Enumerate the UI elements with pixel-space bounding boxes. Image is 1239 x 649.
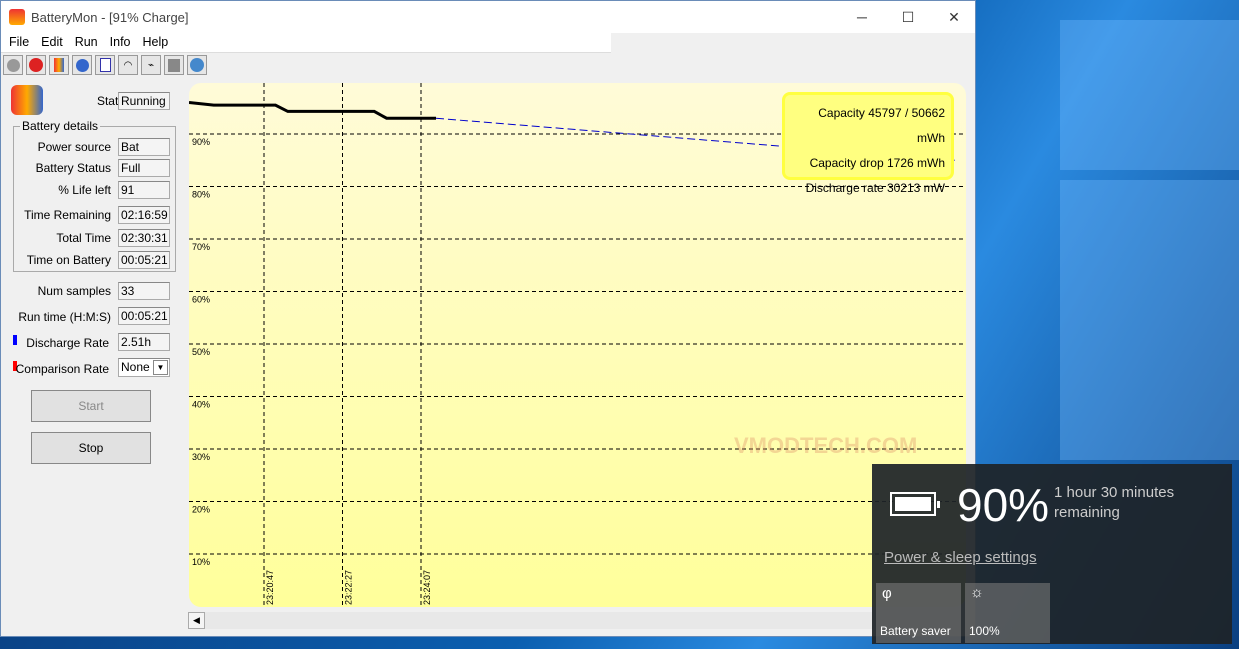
power-sleep-settings-link[interactable]: Power & sleep settings [884, 549, 1037, 566]
discharge-rate-text: Discharge rate 30213 mW [805, 181, 945, 195]
y-tick-label: 10% [192, 557, 210, 567]
y-tick-label: 20% [192, 505, 210, 515]
y-tick-label: 30% [192, 452, 210, 462]
menu-bar: File Edit Run Info Help [1, 33, 611, 53]
x-tick-label: 23:22:27 [344, 570, 354, 605]
menu-help[interactable]: Help [137, 33, 175, 52]
tile-label: 100% [969, 624, 1000, 638]
window-title: BatteryMon - [91% Charge] [31, 9, 189, 25]
capacity-drop-text: Capacity drop 1726 mWh [809, 156, 945, 170]
plug-icon[interactable]: ⌁ [141, 55, 161, 75]
help-icon[interactable] [187, 55, 207, 75]
settings-icon[interactable] [72, 55, 92, 75]
detail-value: Full [118, 159, 170, 177]
battery-saver-tile[interactable]: φ Battery saver [876, 583, 961, 643]
y-tick-label: 40% [192, 400, 210, 410]
y-tick-label: 50% [192, 347, 210, 357]
run-time-value: 00:05:21 [118, 307, 170, 325]
menu-edit[interactable]: Edit [35, 33, 69, 52]
chart-info-box: Capacity 45797 / 50662 mWh Capacity drop… [782, 92, 954, 195]
detail-label: Total Time [56, 231, 111, 245]
app-icon [9, 9, 25, 25]
chevron-down-icon[interactable]: ▼ [153, 360, 168, 375]
detail-label: Battery Status [35, 161, 111, 175]
menu-file[interactable]: File [3, 33, 35, 52]
menu-info[interactable]: Info [104, 33, 137, 52]
discharge-rate-value: 2.51h [118, 333, 170, 351]
y-tick-label: 70% [192, 242, 210, 252]
capacity-text: Capacity 45797 / 50662 mWh [818, 106, 945, 145]
detail-value: Bat [118, 138, 170, 156]
detail-label: % Life left [58, 183, 111, 197]
detail-value: 00:05:21 [118, 251, 170, 269]
comparison-value: None [121, 360, 150, 374]
x-tick-label: 23:24:07 [422, 570, 432, 605]
brightness-tile[interactable]: ☼ 100% [965, 583, 1050, 643]
leaf-icon: φ [882, 585, 892, 602]
checklist-icon[interactable] [95, 55, 115, 75]
discharge-rate-label: Discharge Rate [26, 336, 109, 350]
y-tick-label: 60% [192, 295, 210, 305]
battery-flyout: 90% 1 hour 30 minutes remaining Power & … [872, 464, 1232, 644]
battery-logo [11, 85, 43, 115]
detail-value: 02:16:59 [118, 206, 170, 224]
comparison-rate-label: Comparison Rate [15, 362, 109, 376]
detail-label: Power source [37, 140, 111, 154]
start-button[interactable]: Start [31, 390, 151, 422]
y-tick-label: 90% [192, 137, 210, 147]
comparison-rate-select[interactable]: None ▼ [118, 358, 170, 377]
menu-run[interactable]: Run [69, 33, 104, 52]
num-samples-value: 33 [118, 282, 170, 300]
watermark: VMODTECH.COM [734, 433, 918, 458]
gauge-icon[interactable]: ◠ [118, 55, 138, 75]
horizontal-scrollbar[interactable]: ◀ [188, 612, 876, 629]
group-label: Battery details [20, 119, 101, 133]
batterymon-window: BatteryMon - [91% Charge] ─ ☐ ✕ File Edi… [0, 0, 976, 637]
maximize-button[interactable]: ☐ [885, 1, 931, 33]
record-icon[interactable] [3, 55, 23, 75]
x-tick-label: 23:20:47 [265, 570, 275, 605]
title-bar: BatteryMon - [91% Charge] ─ ☐ ✕ [1, 1, 975, 33]
battery-remaining: 1 hour 30 minutes remaining [1054, 484, 1175, 521]
tile-label: Battery saver [880, 624, 951, 638]
detail-label: Time on Battery [26, 253, 111, 267]
num-samples-label: Num samples [37, 284, 111, 298]
detail-value: 91 [118, 181, 170, 199]
puzzle-icon[interactable] [164, 55, 184, 75]
battery-percent: 90% [957, 479, 1050, 531]
status-value: Running [118, 92, 170, 110]
detail-value: 02:30:31 [118, 229, 170, 247]
y-tick-label: 80% [192, 190, 210, 200]
stop-button[interactable]: Stop [31, 432, 151, 464]
brightness-icon: ☼ [970, 584, 984, 601]
toolbar: ◠ ⌁ [1, 53, 975, 77]
series-line-0 [189, 101, 436, 120]
battery-status-icon [890, 492, 940, 516]
minimize-button[interactable]: ─ [839, 1, 885, 33]
run-time-label: Run time (H:M:S) [18, 310, 111, 324]
close-button[interactable]: ✕ [931, 1, 977, 33]
stop-icon[interactable] [26, 55, 46, 75]
detail-label: Time Remaining [24, 208, 111, 222]
battery-icon[interactable] [49, 55, 69, 75]
scroll-left-arrow-icon[interactable]: ◀ [188, 612, 205, 629]
